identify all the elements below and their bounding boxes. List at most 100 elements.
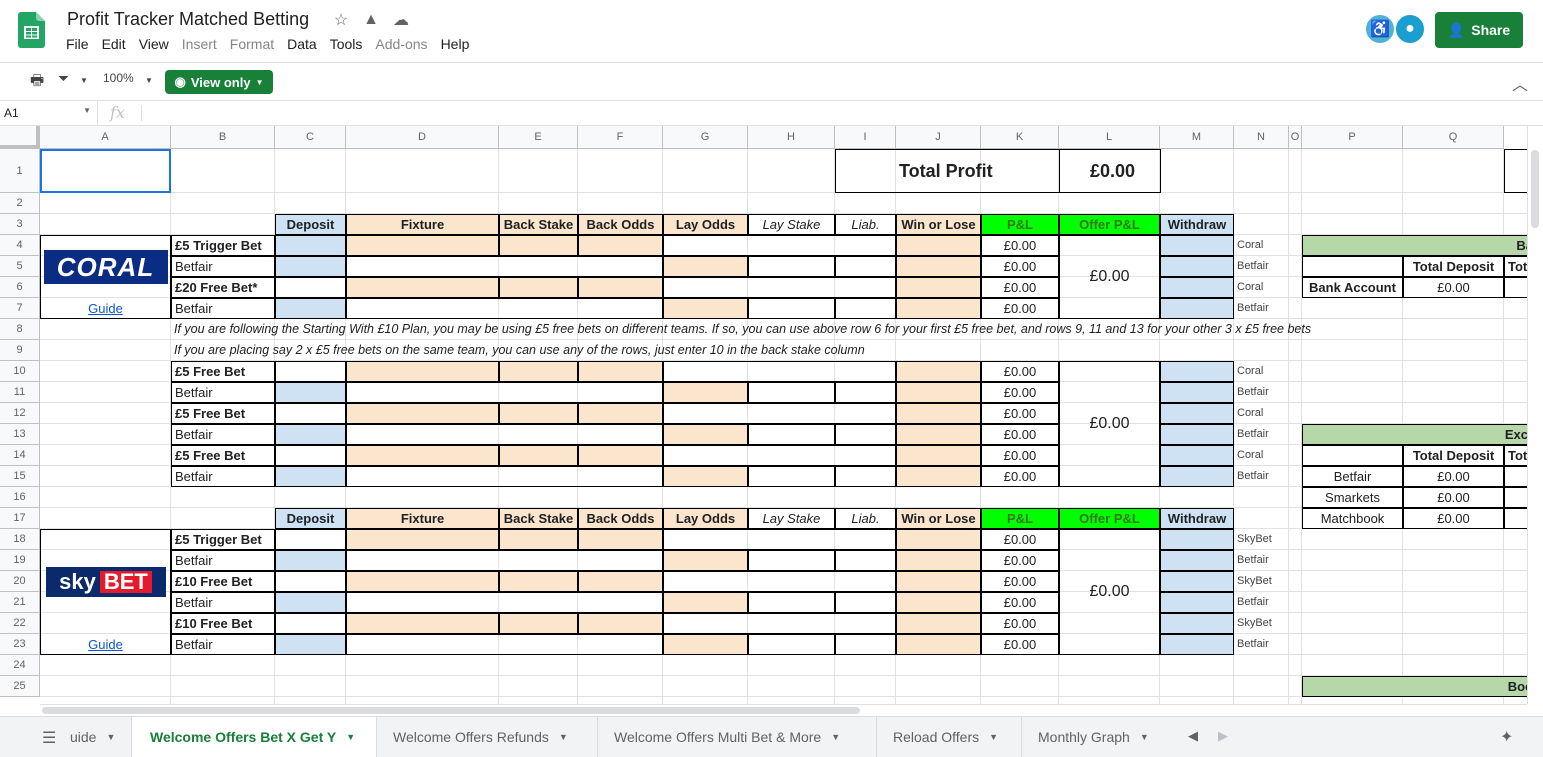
- deposit-cell[interactable]: [275, 550, 346, 571]
- avatar-icon[interactable]: ♿: [1364, 13, 1396, 45]
- row-header-8[interactable]: 8: [0, 319, 40, 340]
- deposit-cell[interactable]: [275, 235, 346, 256]
- header-pl[interactable]: P&L: [981, 508, 1059, 529]
- withdraw-cell[interactable]: [1160, 466, 1234, 487]
- deposit-cell[interactable]: [275, 634, 346, 655]
- win-or-lose-cell[interactable]: [896, 592, 981, 613]
- header-withdraw[interactable]: Withdraw: [1160, 508, 1234, 529]
- liab-cell[interactable]: [835, 592, 896, 613]
- row-header-7[interactable]: 7: [0, 298, 40, 319]
- pl-value[interactable]: £0.00: [981, 277, 1059, 298]
- pl-value[interactable]: £0.00: [981, 256, 1059, 277]
- win-or-lose-cell[interactable]: [896, 550, 981, 571]
- row-header-3[interactable]: 3: [0, 214, 40, 235]
- header-fixture[interactable]: Fixture: [346, 214, 499, 235]
- pl-value[interactable]: £0.00: [981, 361, 1059, 382]
- collapse-icon[interactable]: ︿: [1512, 71, 1528, 95]
- fixture-cell[interactable]: [346, 298, 663, 319]
- lay-cell[interactable]: [663, 445, 896, 466]
- menu-help[interactable]: Help: [441, 36, 470, 52]
- row-header-4[interactable]: 4: [0, 235, 40, 256]
- lay-cell[interactable]: [663, 529, 896, 550]
- row-header-17[interactable]: 17: [0, 508, 40, 529]
- header-deposit[interactable]: Deposit: [275, 508, 346, 529]
- header-lay-odds[interactable]: Lay Odds: [663, 508, 748, 529]
- withdraw-cell[interactable]: [1160, 235, 1234, 256]
- header-offer-pl[interactable]: Offer P&L: [1059, 508, 1160, 529]
- win-or-lose-cell[interactable]: [896, 403, 981, 424]
- header-liab[interactable]: Liab.: [835, 508, 896, 529]
- withdraw-cell[interactable]: [1160, 256, 1234, 277]
- menu-format[interactable]: Format: [230, 36, 274, 52]
- row-header-11[interactable]: 11: [0, 382, 40, 403]
- win-or-lose-cell[interactable]: [896, 382, 981, 403]
- bet-label[interactable]: Betfair: [171, 256, 275, 277]
- bet-label[interactable]: £10 Free Bet: [171, 613, 275, 634]
- column-header-k[interactable]: K: [981, 126, 1059, 149]
- column-header-l[interactable]: L: [1059, 126, 1160, 149]
- menu-insert[interactable]: Insert: [182, 36, 217, 52]
- row-header-14[interactable]: 14: [0, 445, 40, 466]
- bet-label[interactable]: £5 Free Bet: [171, 403, 275, 424]
- back-odds-cell[interactable]: [578, 403, 663, 424]
- lay-odds-cell[interactable]: [663, 424, 748, 445]
- pl-value[interactable]: £0.00: [981, 571, 1059, 592]
- win-or-lose-cell[interactable]: [896, 634, 981, 655]
- column-header-i[interactable]: I: [835, 126, 896, 149]
- lay-cell[interactable]: [663, 361, 896, 382]
- lay-cell[interactable]: [663, 277, 896, 298]
- move-to-drive-icon[interactable]: ▲: [361, 10, 381, 30]
- lay-cell[interactable]: [663, 403, 896, 424]
- row-header-6[interactable]: 6: [0, 277, 40, 298]
- star-icon[interactable]: ☆: [331, 10, 351, 30]
- row-header-10[interactable]: 10: [0, 361, 40, 382]
- header-offer-pl[interactable]: Offer P&L: [1059, 214, 1160, 235]
- bet-label[interactable]: Betfair: [171, 298, 275, 319]
- win-or-lose-cell[interactable]: [896, 256, 981, 277]
- back-odds-cell[interactable]: [578, 613, 663, 634]
- row-header-21[interactable]: 21: [0, 592, 40, 613]
- lay-cell[interactable]: [663, 571, 896, 592]
- withdraw-cell[interactable]: [1160, 424, 1234, 445]
- pl-value[interactable]: £0.00: [981, 298, 1059, 319]
- deposit-cell[interactable]: [275, 445, 346, 466]
- back-stake-cell[interactable]: [499, 361, 578, 382]
- back-odds-cell[interactable]: [578, 361, 663, 382]
- offer-pl-value[interactable]: £0.00: [1059, 361, 1160, 487]
- tab-guide[interactable]: uide ▼: [70, 717, 132, 757]
- lay-odds-cell[interactable]: [663, 592, 748, 613]
- lay-stake-cell[interactable]: [748, 256, 835, 277]
- column-header-d[interactable]: D: [346, 126, 499, 149]
- lay-odds-cell[interactable]: [663, 466, 748, 487]
- deposit-cell[interactable]: [275, 466, 346, 487]
- row-header-16[interactable]: 16: [0, 487, 40, 508]
- liab-cell[interactable]: [835, 550, 896, 571]
- column-header-p[interactable]: P: [1302, 126, 1403, 149]
- lay-stake-cell[interactable]: [748, 466, 835, 487]
- header-lay-odds[interactable]: Lay Odds: [663, 214, 748, 235]
- back-stake-cell[interactable]: [499, 613, 578, 634]
- deposit-cell[interactable]: [275, 298, 346, 319]
- vertical-scrollbar[interactable]: [1527, 126, 1543, 704]
- fixture-cell[interactable]: [346, 277, 499, 298]
- deposit-cell[interactable]: [275, 613, 346, 634]
- row-header-2[interactable]: 2: [0, 193, 40, 214]
- win-or-lose-cell[interactable]: [896, 571, 981, 592]
- back-odds-cell[interactable]: [578, 529, 663, 550]
- menu-addons[interactable]: Add-ons: [375, 36, 427, 52]
- lay-odds-cell[interactable]: [663, 550, 748, 571]
- column-header-g[interactable]: G: [663, 126, 748, 149]
- fixture-cell[interactable]: [346, 235, 499, 256]
- column-header-j[interactable]: J: [896, 126, 981, 149]
- chevron-down-icon[interactable]: ▼: [80, 76, 88, 85]
- pl-value[interactable]: £0.00: [981, 445, 1059, 466]
- tab-welcome-offers-bet-x-get-y[interactable]: Welcome Offers Bet X Get Y ▼: [132, 717, 377, 757]
- fixture-cell[interactable]: [346, 424, 663, 445]
- column-header-c[interactable]: C: [275, 126, 346, 149]
- row-header-12[interactable]: 12: [0, 403, 40, 424]
- cloud-status-icon[interactable]: ☁: [391, 10, 411, 30]
- pl-value[interactable]: £0.00: [981, 550, 1059, 571]
- column-header-f[interactable]: F: [578, 126, 663, 149]
- liab-cell[interactable]: [835, 298, 896, 319]
- liab-cell[interactable]: [835, 634, 896, 655]
